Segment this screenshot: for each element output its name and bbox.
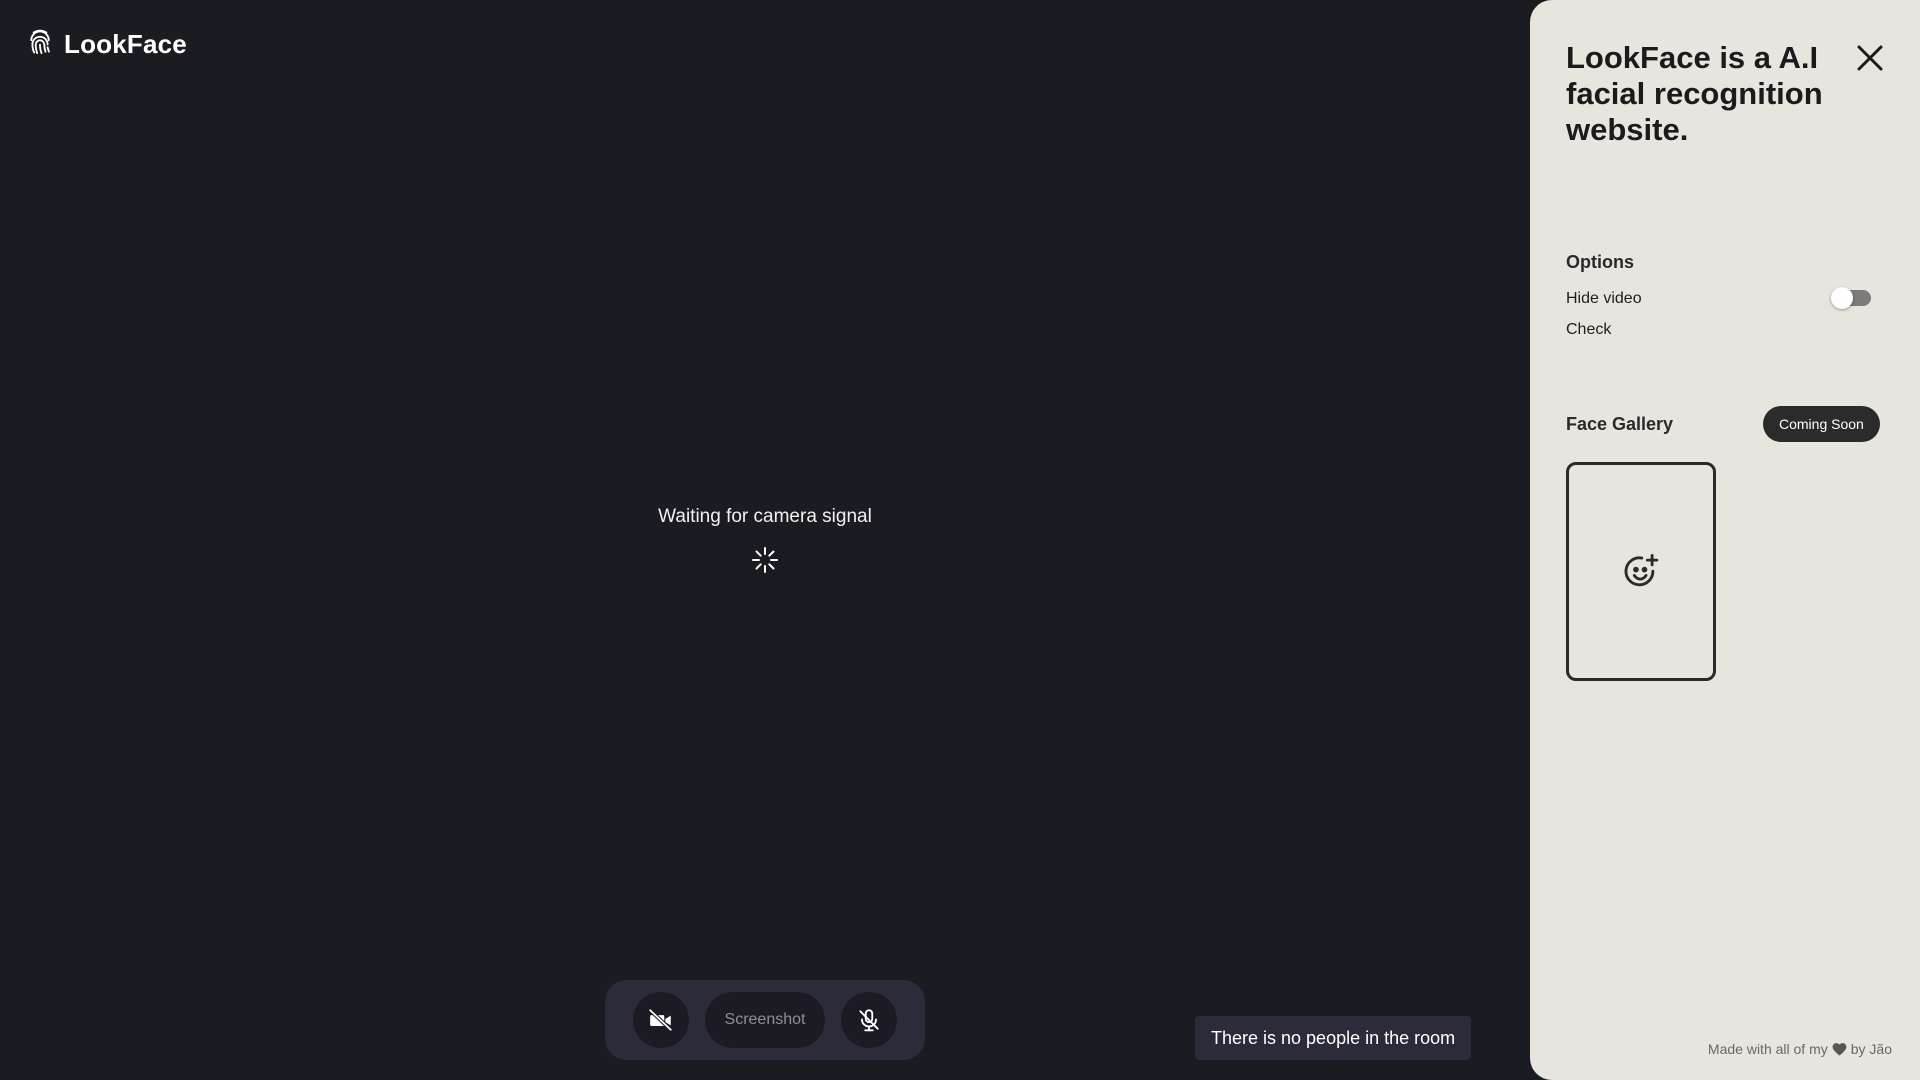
footer-suffix: by Jão — [1850, 1041, 1892, 1057]
info-panel: LookFace is a A.I facial recognition web… — [1530, 0, 1920, 1080]
hide-video-toggle[interactable] — [1831, 287, 1871, 309]
face-gallery-heading: Face Gallery — [1566, 414, 1674, 434]
camera-stage: LookFace Waiting for camera signal Scree… — [0, 0, 1530, 1080]
footer-credit: Made with all of my by Jão — [1708, 1041, 1892, 1057]
brand[interactable]: LookFace — [26, 28, 187, 61]
heart-icon — [1832, 1043, 1847, 1056]
camera-toggle-button[interactable] — [632, 992, 689, 1048]
panel-title: LookFace is a A.I facial recognition web… — [1566, 40, 1823, 147]
camera-off-icon — [647, 1008, 673, 1032]
add-face-card[interactable] — [1566, 462, 1716, 681]
toggle-knob — [1831, 287, 1853, 309]
close-panel-button[interactable] — [1850, 38, 1890, 78]
face-add-icon — [1624, 553, 1659, 586]
camera-status-text: Waiting for camera signal — [658, 506, 872, 527]
spinner-icon — [752, 547, 778, 573]
room-status-toast: There is no people in the room — [1195, 1016, 1472, 1060]
check-option[interactable]: Check — [1566, 321, 1611, 339]
call-controls: Screenshot — [605, 980, 925, 1060]
mic-toggle-button[interactable] — [841, 992, 898, 1048]
close-icon — [1857, 45, 1883, 71]
hide-video-label: Hide video — [1566, 290, 1642, 307]
footer-prefix: Made with all of my — [1707, 1041, 1828, 1057]
fingerprint-icon — [26, 28, 54, 61]
options-heading: Options — [1566, 252, 1634, 272]
coming-soon-badge: Coming Soon — [1763, 406, 1880, 442]
brand-name: LookFace — [64, 29, 187, 59]
screenshot-button[interactable]: Screenshot — [704, 992, 826, 1048]
mic-off-icon — [859, 1009, 880, 1032]
